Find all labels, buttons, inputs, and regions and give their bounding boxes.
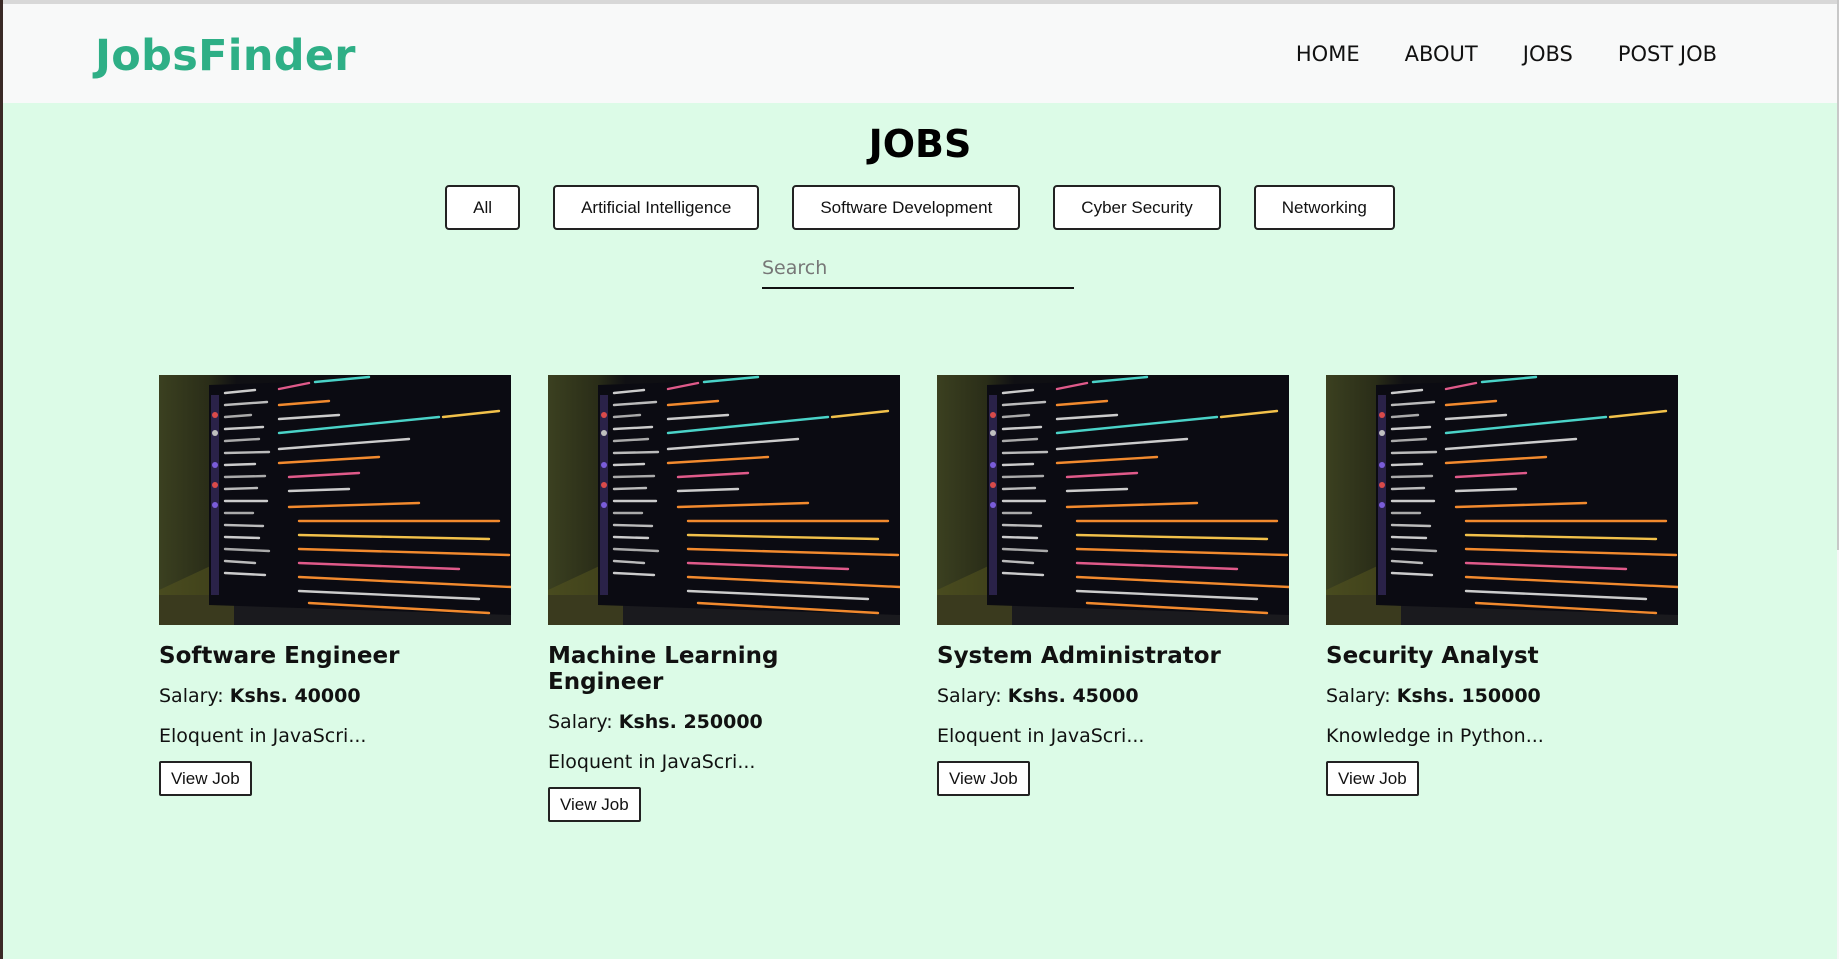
job-title: System Administrator [937, 643, 1221, 669]
page-title: JOBS [868, 122, 972, 166]
salary-label: Salary: [548, 711, 613, 733]
code-screen-image [548, 375, 900, 625]
search-input[interactable] [762, 249, 1074, 289]
view-job-button[interactable]: View Job [937, 761, 1030, 796]
code-screen-graphic [548, 375, 900, 625]
job-card: Machine Learning Engineer Salary: Kshs. … [548, 375, 900, 822]
job-description: Knowledge in Python... [1326, 725, 1544, 747]
nav-link-jobs[interactable]: JOBS [1523, 42, 1573, 66]
job-salary: Salary: Kshs. 250000 [548, 711, 900, 733]
filter-software-development-button[interactable]: Software Development [792, 185, 1021, 230]
job-title: Software Engineer [159, 643, 400, 669]
nav-link-home[interactable]: HOME [1296, 42, 1360, 66]
view-job-button[interactable]: View Job [548, 787, 641, 822]
view-job-button[interactable]: View Job [159, 761, 252, 796]
navbar: JobsFinder HOME ABOUT JOBS POST JOB [3, 4, 1837, 103]
job-salary: Salary: Kshs. 45000 [937, 685, 1289, 707]
salary-label: Salary: [159, 685, 224, 707]
nav-link-post-job[interactable]: POST JOB [1618, 42, 1717, 66]
salary-value: Kshs. 45000 [1007, 685, 1139, 707]
code-screen-graphic [937, 375, 1289, 625]
job-description: Eloquent in JavaScri... [159, 725, 367, 747]
filter-networking-button[interactable]: Networking [1253, 185, 1395, 230]
code-screen-graphic [1326, 375, 1678, 625]
code-screen-image [1326, 375, 1678, 625]
job-description: Eloquent in JavaScri... [937, 725, 1145, 747]
nav-links: HOME ABOUT JOBS POST JOB [1296, 42, 1717, 66]
salary-label: Salary: [1326, 685, 1391, 707]
filter-all-button[interactable]: All [445, 185, 521, 230]
salary-value: Kshs. 150000 [1396, 685, 1541, 707]
category-filters: All Artificial Intelligence Software Dev… [3, 185, 1837, 230]
job-cards: Software Engineer Salary: Kshs. 40000 El… [159, 375, 1678, 822]
nav-link-about[interactable]: ABOUT [1405, 42, 1478, 66]
job-salary: Salary: Kshs. 150000 [1326, 685, 1678, 707]
job-title: Security Analyst [1326, 643, 1539, 669]
jobs-section: JOBS All Artificial Intelligence Softwar… [3, 103, 1837, 959]
salary-value: Kshs. 40000 [229, 685, 361, 707]
job-card: Software Engineer Salary: Kshs. 40000 El… [159, 375, 511, 822]
salary-value: Kshs. 250000 [618, 711, 763, 733]
code-screen-graphic [159, 375, 511, 625]
job-salary: Salary: Kshs. 40000 [159, 685, 511, 707]
job-card: Security Analyst Salary: Kshs. 150000 Kn… [1326, 375, 1678, 822]
job-card: System Administrator Salary: Kshs. 45000… [937, 375, 1289, 822]
job-description: Eloquent in JavaScri... [548, 751, 756, 773]
code-screen-image [159, 375, 511, 625]
brand-logo[interactable]: JobsFinder [95, 31, 356, 81]
filter-ai-button[interactable]: Artificial Intelligence [553, 185, 760, 230]
view-job-button[interactable]: View Job [1326, 761, 1419, 796]
salary-label: Salary: [937, 685, 1002, 707]
filter-cyber-security-button[interactable]: Cyber Security [1053, 185, 1221, 230]
job-title: Machine Learning Engineer [548, 643, 779, 695]
code-screen-image [937, 375, 1289, 625]
